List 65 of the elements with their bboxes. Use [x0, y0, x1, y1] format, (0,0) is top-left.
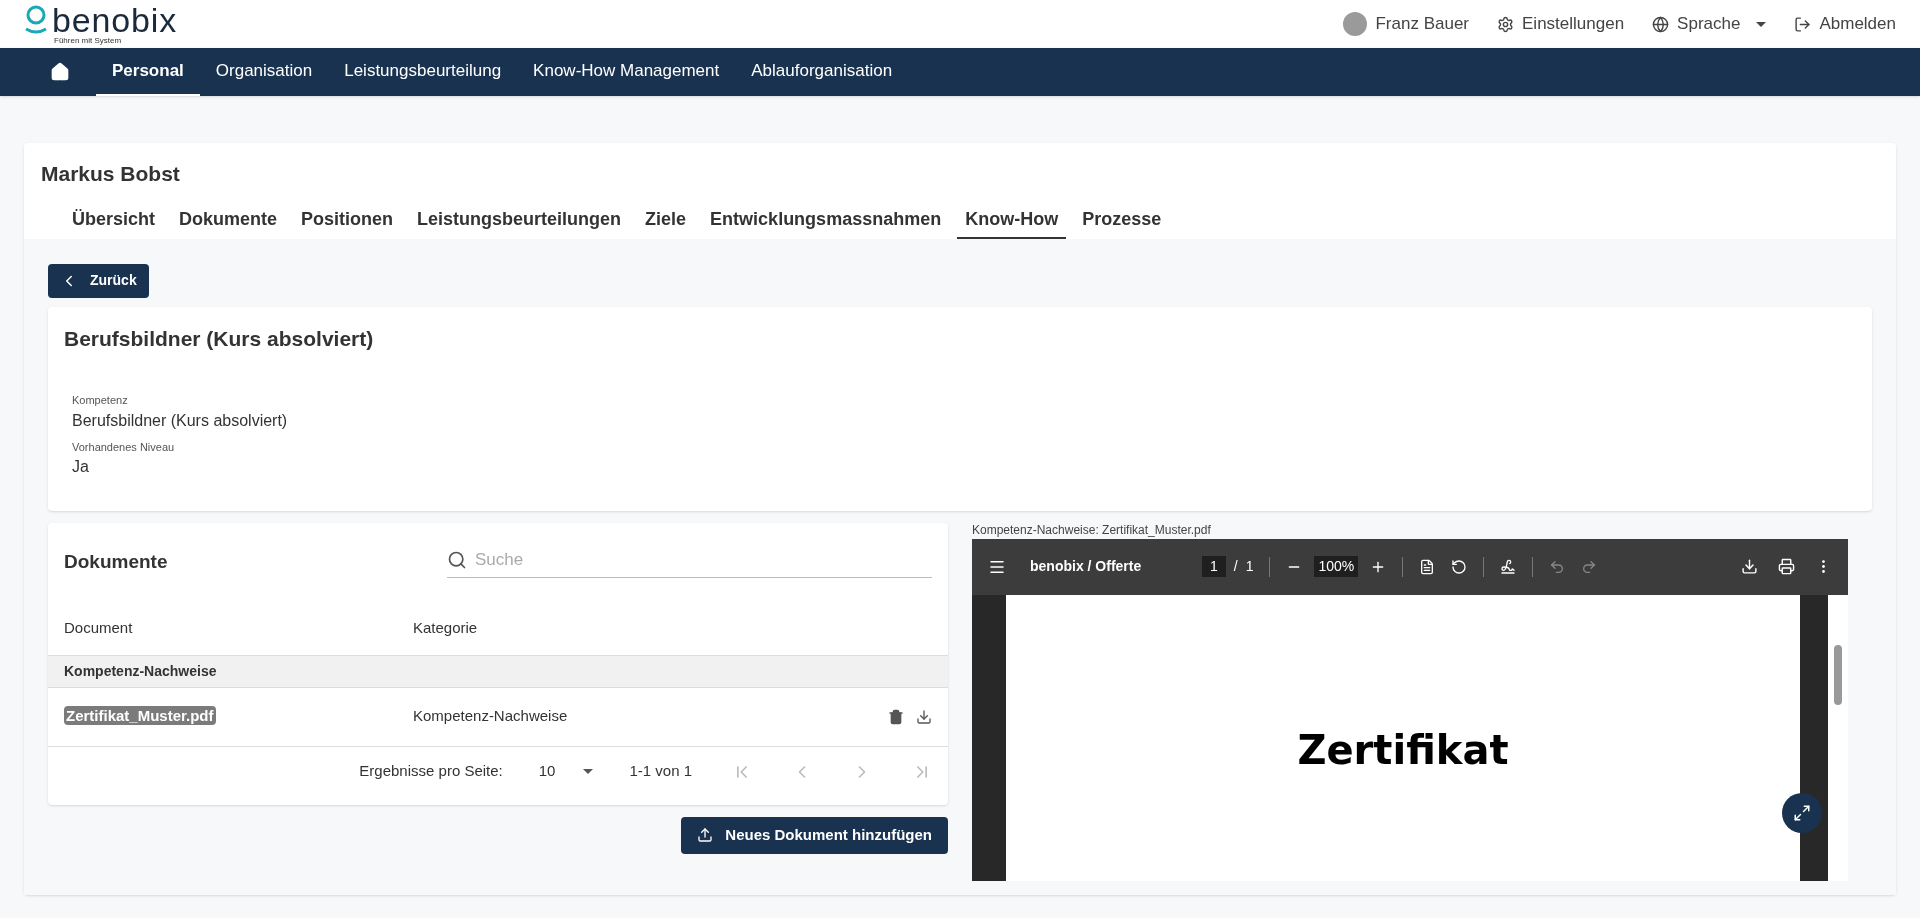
search-icon [447, 550, 467, 570]
logout-icon [1794, 15, 1812, 33]
logo-icon [24, 5, 48, 35]
nav-tab[interactable]: Ablauforganisation [735, 48, 909, 96]
back-button[interactable]: Zurück [48, 263, 149, 298]
profile-tab[interactable]: Positionen [293, 205, 402, 239]
page-size-label: Ergebnisse pro Seite: [359, 761, 503, 782]
page-separator: / [1233, 557, 1238, 576]
add-document-button[interactable]: Neues Dokument hinzufügen [681, 816, 948, 854]
search-field[interactable]: Suche [447, 547, 932, 578]
documents-title: Dokumente [64, 550, 168, 575]
nav-tab[interactable]: Organisation [199, 48, 329, 96]
table-cell-text: Kompetenz-Nachweise [413, 706, 569, 727]
globe-icon [1652, 15, 1670, 33]
trash-icon[interactable] [888, 708, 904, 725]
nav-tab[interactable]: Leistungsbeurteilung [328, 48, 518, 96]
document-link[interactable]: Zertifikat_Muster.pdf [64, 705, 413, 728]
pdf-title: benobix / Offerte [1030, 557, 1143, 576]
page-range: 1-1 von 1 [629, 761, 692, 782]
avatar [1343, 12, 1368, 36]
draw-icon[interactable] [1500, 558, 1517, 575]
field-value: Ja [72, 457, 90, 477]
caret-icon [1756, 21, 1767, 27]
undo-icon[interactable] [1549, 558, 1566, 575]
user-name[interactable]: Franz Bauer [1375, 11, 1470, 37]
field-label: Kompetenz [72, 393, 129, 408]
zoom-input[interactable]: 100% [1314, 556, 1359, 577]
page-size-select[interactable]: 10 [538, 760, 594, 783]
settings-icon [1497, 15, 1515, 33]
fit-page-icon[interactable] [1419, 558, 1436, 575]
viewer-caption: Kompetenz-Nachweise: Zertifikat_Muster.pdf [972, 521, 1212, 539]
page-input[interactable]: 1 [1202, 556, 1226, 577]
search-input[interactable]: Suche [475, 547, 932, 573]
profile-tab[interactable]: Übersicht [64, 205, 164, 239]
language-menu[interactable]: Sprache [1652, 11, 1767, 37]
group-label: Kompetenz-Nachweise [64, 661, 217, 681]
rotate-icon[interactable] [1451, 558, 1468, 575]
logout-link[interactable]: Abmelden [1794, 11, 1896, 37]
nav-tab[interactable]: Personal [96, 48, 200, 96]
home-icon[interactable] [50, 62, 70, 82]
logo-tagline: Führen mit System [54, 37, 123, 45]
download-icon[interactable] [1741, 558, 1758, 575]
redo-icon[interactable] [1581, 558, 1598, 575]
profile-tab[interactable]: Prozesse [1074, 205, 1170, 239]
upload-icon [697, 827, 714, 843]
profile-tab[interactable]: Ziele [637, 205, 695, 239]
field-label: Vorhandenes Niveau [72, 439, 176, 455]
competence-title: Berufsbildner (Kurs absolviert) [64, 325, 375, 352]
page-count: 1 [1245, 557, 1254, 576]
download-icon[interactable] [916, 708, 932, 725]
person-name: Markus Bobst [41, 161, 181, 187]
settings-link[interactable]: Einstellungen [1497, 11, 1625, 37]
caret-icon [583, 769, 594, 774]
expand-icon [1793, 803, 1811, 822]
print-icon[interactable] [1778, 558, 1795, 575]
nav-tab[interactable]: Know-How Management [517, 48, 736, 96]
column-header: Kategorie [413, 618, 478, 639]
field-value: Berufsbildner (Kurs absolviert) [72, 410, 289, 431]
fullscreen-button[interactable] [1782, 792, 1822, 833]
profile-tab[interactable]: Dokumente [171, 205, 286, 239]
profile-tab[interactable]: Leistungsbeurteilungen [409, 205, 630, 239]
pdf-heading: Zertifikat [1297, 725, 1509, 770]
column-header: Document [64, 618, 134, 639]
profile-tab[interactable]: Entwicklungsmassnahmen [702, 205, 950, 239]
logo-text: benobix [52, 3, 178, 37]
